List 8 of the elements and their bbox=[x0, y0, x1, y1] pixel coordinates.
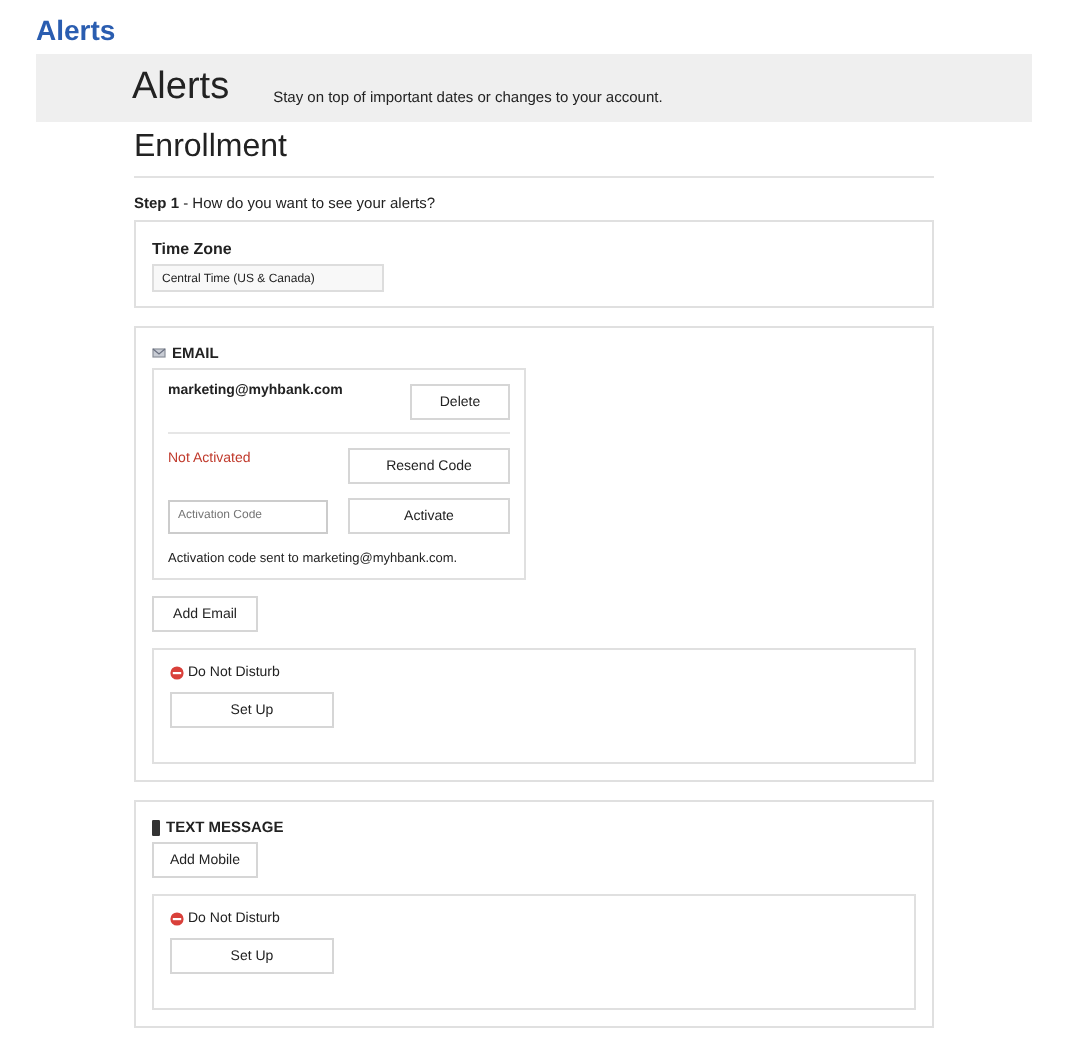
section-heading: Enrollment bbox=[134, 126, 934, 178]
page-title: Alerts bbox=[132, 66, 230, 110]
do-not-disturb-icon bbox=[170, 666, 184, 680]
time-zone-label: Time Zone bbox=[152, 240, 234, 258]
envelope-icon bbox=[152, 348, 166, 358]
phone-icon bbox=[152, 819, 160, 835]
do-not-disturb-icon bbox=[170, 912, 184, 926]
app-title: Alerts bbox=[36, 14, 116, 46]
